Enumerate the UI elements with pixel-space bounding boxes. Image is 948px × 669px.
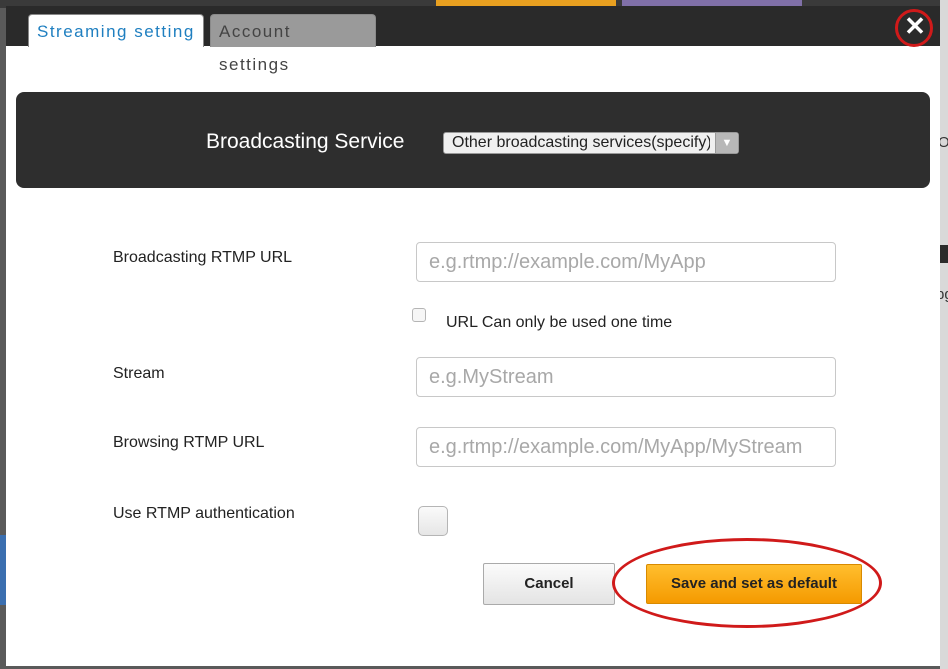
rtmp-auth-label: Use RTMP authentication xyxy=(113,505,295,522)
save-default-button[interactable]: Save and set as default xyxy=(646,564,862,604)
tab-streaming-setting[interactable]: Streaming setting xyxy=(28,14,204,47)
streaming-settings-dialog: Streaming setting Account settings ✕ Bro… xyxy=(6,6,940,666)
stream-input[interactable] xyxy=(416,357,836,397)
stream-label: Stream xyxy=(113,365,165,382)
chevron-down-icon: ▼ xyxy=(715,133,738,153)
tab-account-settings[interactable]: Account settings xyxy=(210,14,376,74)
dialog-tab-bar: Streaming setting Account settings ✕ xyxy=(6,6,940,74)
cancel-button[interactable]: Cancel xyxy=(483,563,615,605)
close-icon[interactable]: ✕ xyxy=(900,12,930,42)
browsing-url-input[interactable] xyxy=(416,427,836,467)
rtmp-auth-checkbox[interactable] xyxy=(418,506,448,536)
broadcasting-service-label: Broadcasting Service xyxy=(206,130,405,153)
background-right-edge xyxy=(940,0,948,669)
broadcasting-service-selected-value: Other broadcasting services(specify) xyxy=(452,134,710,151)
url-one-time-label: URL Can only be used one time xyxy=(446,314,673,331)
url-one-time-checkbox[interactable] xyxy=(412,308,426,322)
rtmp-url-input[interactable] xyxy=(416,242,836,282)
broadcasting-service-panel: Broadcasting Service Other broadcasting … xyxy=(16,92,930,188)
background-right-dark-block xyxy=(940,245,948,263)
rtmp-url-label: Broadcasting RTMP URL xyxy=(113,249,293,266)
browsing-url-label: Browsing RTMP URL xyxy=(113,434,265,451)
broadcasting-service-select[interactable]: Other broadcasting services(specify) ▼ xyxy=(443,132,739,154)
